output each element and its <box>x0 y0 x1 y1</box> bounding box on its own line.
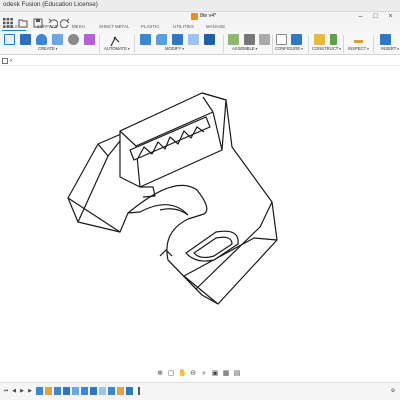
tab-sheet-metal[interactable]: SHEET METAL <box>99 24 130 29</box>
automate-icon[interactable] <box>110 34 121 47</box>
shell-icon[interactable] <box>188 34 199 45</box>
file-icon[interactable] <box>18 15 28 28</box>
timeline-feature-icon[interactable] <box>108 387 115 395</box>
tab-plastic[interactable]: PLASTIC <box>141 24 160 29</box>
timeline-feature-icon[interactable] <box>126 387 133 395</box>
configure-table-icon[interactable] <box>276 34 287 45</box>
new-component-icon[interactable] <box>228 34 239 45</box>
maximize-icon[interactable]: □ <box>371 13 380 21</box>
extrude-icon[interactable] <box>20 34 31 45</box>
fit-icon[interactable]: ⌕ <box>200 370 208 378</box>
fillet-icon[interactable] <box>156 34 167 45</box>
tab-manage[interactable]: MANAGE <box>206 24 225 29</box>
fusion-window: odesk Fusion (Education License) 8te v4*… <box>0 0 400 400</box>
display-settings-icon[interactable]: ▣ <box>211 370 219 378</box>
document-icon <box>191 13 198 20</box>
axis-icon[interactable] <box>330 34 337 45</box>
orbit-icon[interactable]: ⊕ <box>156 370 164 378</box>
as-built-joint-icon[interactable] <box>259 34 270 45</box>
timeline-marker-icon[interactable] <box>138 387 140 395</box>
offset-plane-icon[interactable] <box>314 34 325 45</box>
browser-expand-icon[interactable]: › <box>10 58 16 64</box>
redo-icon[interactable] <box>59 15 70 29</box>
revolve-icon[interactable] <box>36 34 47 45</box>
title-bar: odesk Fusion (Education License) <box>0 0 400 12</box>
combine-icon[interactable] <box>204 34 215 45</box>
pan-icon[interactable]: ✋ <box>178 370 187 378</box>
sphere-icon[interactable] <box>68 34 79 45</box>
form-icon[interactable] <box>84 34 95 45</box>
browser-toggle-icon[interactable] <box>2 58 8 64</box>
ribbon-separator <box>134 35 135 53</box>
browser-panel-strip: › <box>0 56 400 66</box>
ribbon-separator <box>223 35 224 53</box>
toolbar-ribbon: CREATE AUTOMATE MODIFY ASSEMBLE CONFIGUR… <box>0 31 400 55</box>
timeline-feature-icon[interactable] <box>45 387 52 395</box>
timeline-feature-icon[interactable] <box>36 387 43 395</box>
ribbon-separator <box>308 35 309 53</box>
create-sketch-icon[interactable] <box>4 34 15 45</box>
viewports-icon[interactable]: ▤ <box>233 370 241 378</box>
chamfer-icon[interactable] <box>172 34 183 45</box>
minimize-icon[interactable]: – <box>356 13 365 21</box>
play-icon[interactable]: ▶ <box>19 388 25 394</box>
timeline-feature-icon[interactable] <box>72 387 79 395</box>
ribbon-separator <box>343 35 344 53</box>
timeline-feature-icon[interactable] <box>117 387 124 395</box>
navigation-bar: ⊕ ▢ ✋ ⊖ ⌕ ▣ ▦ ▤ <box>150 369 250 379</box>
look-at-icon[interactable]: ▢ <box>167 370 175 378</box>
modify-group-label[interactable]: MODIFY <box>165 46 184 51</box>
go-to-start-icon[interactable]: ⏮ <box>3 388 9 394</box>
timeline-bar: ⏮ ◀ ▶ ▶ ⚙ <box>0 382 400 400</box>
tab-solid[interactable]: SOLID <box>6 24 19 29</box>
automate-group-label[interactable]: AUTOMATE <box>104 46 130 51</box>
tab-mesh[interactable]: MESH <box>72 24 85 29</box>
document-tab-label: 8te v4* <box>200 13 217 19</box>
step-back-icon[interactable]: ◀ <box>11 388 17 394</box>
parameters-icon[interactable] <box>291 34 302 45</box>
grid-snaps-icon[interactable]: ▦ <box>222 370 230 378</box>
timeline-settings-icon[interactable]: ⚙ <box>390 388 396 394</box>
tab-utilities[interactable]: UTILITIES <box>173 24 194 29</box>
ribbon-separator <box>373 35 374 53</box>
inspect-group-label[interactable]: INSPECT <box>348 46 369 51</box>
hole-icon[interactable] <box>52 34 63 45</box>
insert-icon[interactable] <box>380 34 391 45</box>
close-icon[interactable]: × <box>386 13 395 21</box>
viewport-canvas[interactable] <box>0 66 400 366</box>
construct-group-label[interactable]: CONSTRUCT <box>312 46 341 51</box>
part-3d-model[interactable] <box>0 66 400 366</box>
timeline-feature-icon[interactable] <box>63 387 70 395</box>
zoom-icon[interactable]: ⊖ <box>189 370 197 378</box>
insert-group-label[interactable]: INSERT <box>381 46 399 51</box>
tab-surface[interactable]: SURFACE <box>37 24 58 29</box>
ribbon-separator <box>99 35 100 53</box>
timeline-feature-icon[interactable] <box>99 387 106 395</box>
step-forward-icon[interactable]: ▶ <box>27 388 33 394</box>
ribbon-separator <box>272 35 273 53</box>
assemble-group-label[interactable]: ASSEMBLE <box>232 46 257 51</box>
timeline-feature-icon[interactable] <box>54 387 61 395</box>
timeline-feature-icon[interactable] <box>81 387 88 395</box>
quick-access-bar: 8te v4* – □ × <box>0 12 400 31</box>
measure-icon[interactable] <box>353 34 364 45</box>
timeline-feature-icon[interactable] <box>90 387 97 395</box>
configure-group-label[interactable]: CONFIGURE <box>275 46 303 51</box>
joint-icon[interactable] <box>244 34 255 45</box>
create-group-label[interactable]: CREATE <box>38 46 57 51</box>
press-pull-icon[interactable] <box>140 34 151 45</box>
document-tab[interactable]: 8te v4* <box>191 13 225 21</box>
window-title: odesk Fusion (Education License) <box>3 1 98 8</box>
